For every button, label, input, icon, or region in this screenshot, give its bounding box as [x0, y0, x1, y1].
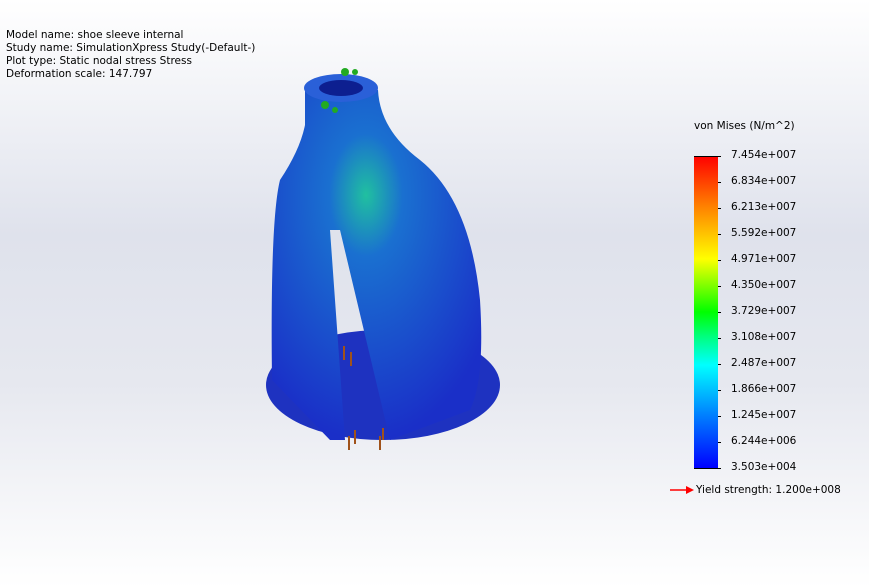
legend-tick: [718, 416, 721, 417]
legend-label: 3.503e+004: [731, 461, 797, 473]
color-scale-bar: [694, 156, 718, 468]
legend-label: 1.866e+007: [731, 383, 797, 395]
legend-label: 6.213e+007: [731, 201, 797, 213]
legend-tick: [718, 260, 721, 261]
legend-label: 6.834e+007: [731, 175, 797, 187]
legend-tick: [718, 390, 721, 391]
legend-tick: [718, 364, 721, 365]
stress-model-viewport[interactable]: [0, 0, 869, 588]
legend-label: 3.108e+007: [731, 331, 797, 343]
legend-label: 7.454e+007: [731, 149, 797, 161]
legend-tick: [718, 182, 721, 183]
legend-label: 6.244e+006: [731, 435, 797, 447]
legend-label: 5.592e+007: [731, 227, 797, 239]
legend-tick: [718, 442, 721, 443]
legend-label: 4.350e+007: [731, 279, 797, 291]
legend-tick: [718, 338, 721, 339]
legend-label: 1.245e+007: [731, 409, 797, 421]
legend-tick: [694, 468, 721, 469]
legend-tick: [718, 312, 721, 313]
legend-title: von Mises (N/m^2): [694, 120, 795, 132]
legend-tick: [718, 208, 721, 209]
yield-arrow-icon: [670, 486, 694, 494]
legend-tick: [718, 234, 721, 235]
yield-strength: Yield strength: 1.200e+008: [670, 484, 841, 496]
shoe-sleeve-model: [266, 74, 500, 440]
legend-tick: [694, 156, 721, 157]
legend-tick: [718, 286, 721, 287]
legend-label: 2.487e+007: [731, 357, 797, 369]
legend-label: 4.971e+007: [731, 253, 797, 265]
legend-label: 3.729e+007: [731, 305, 797, 317]
yield-strength-label: Yield strength: 1.200e+008: [696, 484, 841, 496]
